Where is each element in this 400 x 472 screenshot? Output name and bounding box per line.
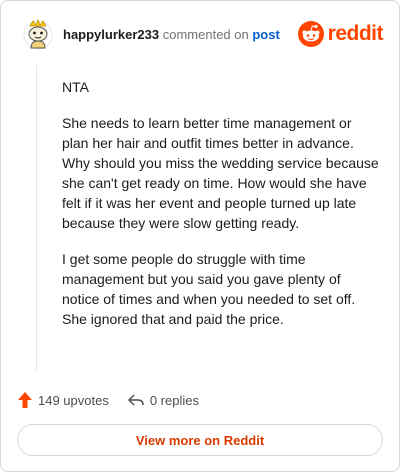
view-more-button[interactable]: View more on Reddit bbox=[17, 424, 383, 456]
username[interactable]: happylurker233 bbox=[63, 27, 159, 42]
reddit-wordmark: reddit bbox=[327, 22, 384, 45]
upvote-arrow-icon bbox=[18, 392, 32, 408]
comment-card: happylurker233 commented on post reddit … bbox=[0, 0, 400, 472]
commented-label: commented on bbox=[162, 27, 249, 42]
reply-button[interactable]: 0 replies bbox=[127, 392, 199, 408]
upvote-button[interactable]: 149 upvotes bbox=[17, 391, 109, 409]
upvote-count: 149 upvotes bbox=[38, 392, 109, 408]
thread-line bbox=[36, 65, 37, 371]
reply-count: 0 replies bbox=[149, 392, 199, 408]
comment-paragraph: She needs to learn better time managemen… bbox=[62, 115, 379, 231]
reddit-logo-icon bbox=[297, 21, 324, 47]
avatar[interactable] bbox=[21, 17, 55, 51]
comment-paragraph: I get some people do struggle with time … bbox=[62, 251, 356, 327]
comment-header: happylurker233 commented on post reddit bbox=[17, 17, 385, 53]
avatar-icon bbox=[23, 18, 53, 50]
author-line: happylurker233 commented on post bbox=[63, 27, 280, 43]
comment-actions: 149 upvotes 0 replies bbox=[17, 389, 217, 411]
comment-paragraph: NTA bbox=[62, 79, 89, 95]
reply-icon bbox=[128, 394, 144, 406]
comment-body: NTA She needs to learn better time manag… bbox=[62, 77, 380, 345]
post-link[interactable]: post bbox=[252, 27, 279, 42]
reddit-logo[interactable]: reddit bbox=[297, 20, 384, 48]
